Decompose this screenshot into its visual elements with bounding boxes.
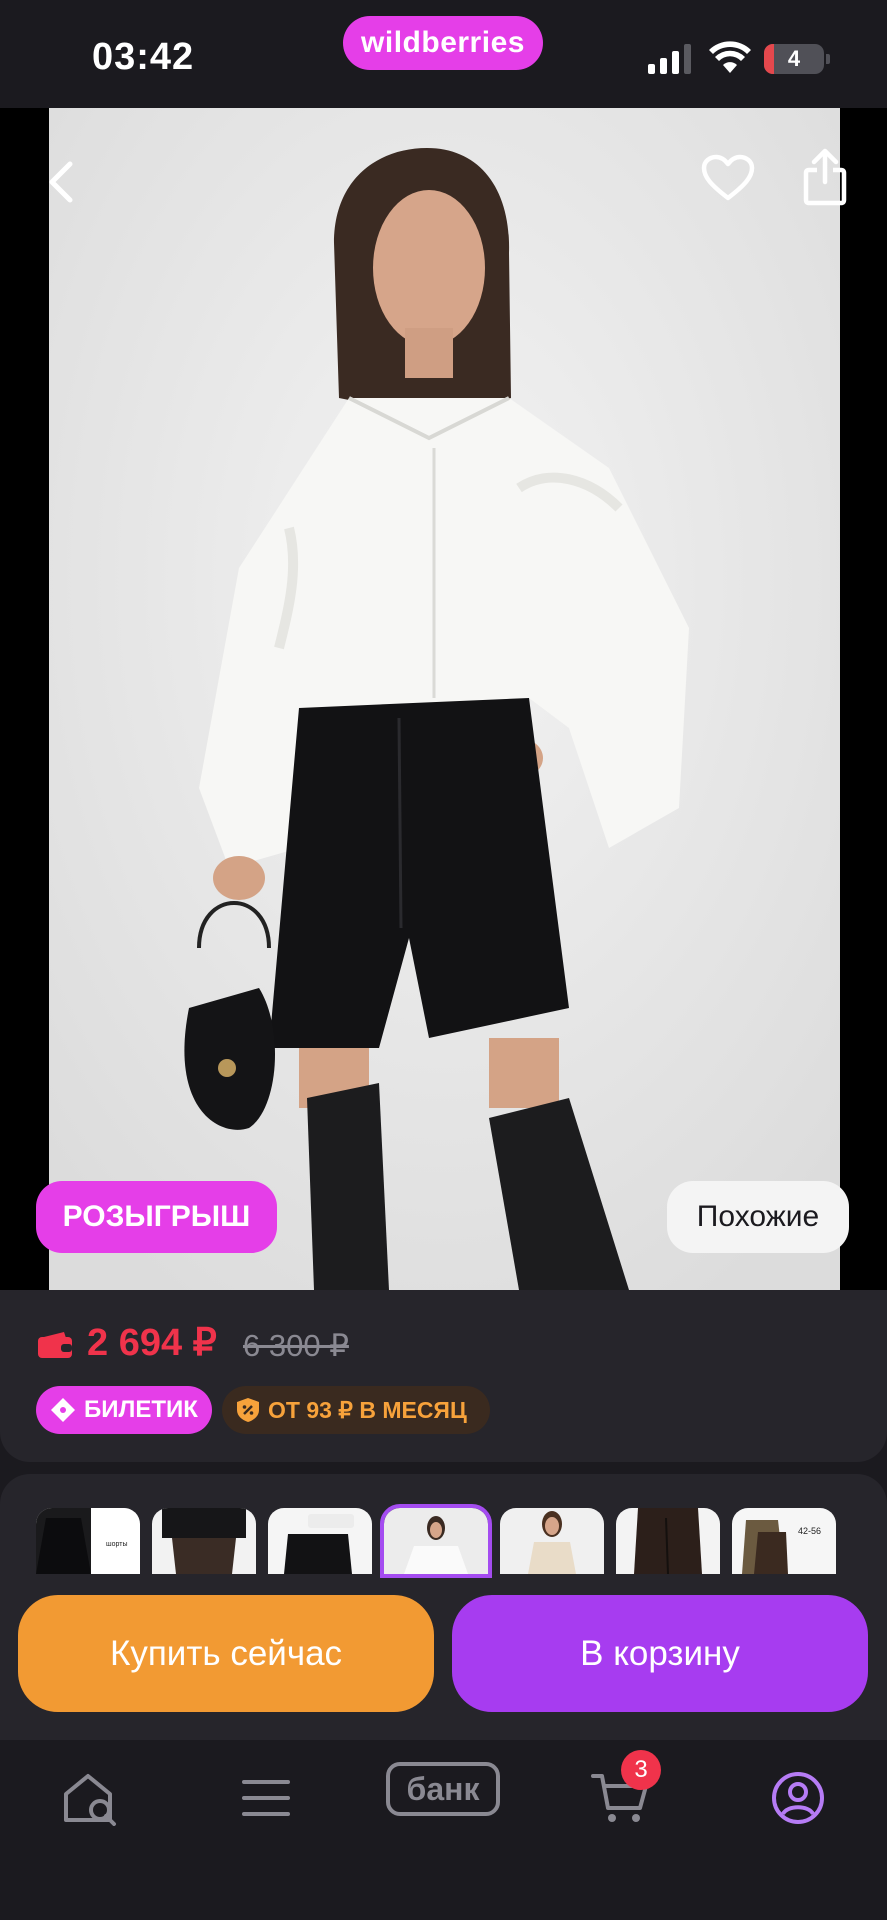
cart-count-badge: 3 <box>621 1750 661 1790</box>
old-price: 6 300 ₽ <box>243 1328 349 1363</box>
installment-badge[interactable]: ОТ 93 ₽ В МЕСЯЦ <box>222 1386 490 1434</box>
ticket-icon <box>51 1398 75 1422</box>
thumbnail[interactable] <box>268 1508 372 1574</box>
battery-indicator: 4 <box>764 44 830 74</box>
share-button[interactable] <box>800 144 850 210</box>
heart-icon <box>701 154 755 201</box>
profile-icon <box>772 1772 824 1824</box>
share-icon <box>803 148 847 206</box>
status-bar: 03:42 wildberries 4 <box>0 0 887 108</box>
price-card: 2 694 ₽ 6 300 ₽ БИЛЕТИК ОТ 93 ₽ В МЕСЯЦ <box>0 1290 887 1462</box>
nav-profile[interactable] <box>758 1758 838 1838</box>
installment-label: ОТ 93 ₽ В МЕСЯЦ <box>268 1396 467 1423</box>
nav-catalog[interactable] <box>226 1758 306 1838</box>
brand-logo: wildberries <box>343 16 543 70</box>
wifi-icon <box>709 41 751 73</box>
favorite-button[interactable] <box>698 148 758 208</box>
thumbnail-strip[interactable]: шорты 42-56 <box>36 1504 851 1578</box>
thumbnail[interactable] <box>616 1508 720 1574</box>
menu-icon <box>242 1780 290 1816</box>
ticket-badge[interactable]: БИЛЕТИК <box>36 1386 212 1434</box>
similar-button[interactable]: Похожие <box>667 1181 849 1253</box>
nav-home-search[interactable] <box>50 1758 130 1838</box>
bank-label: банк <box>406 1770 480 1807</box>
bottom-nav: банк <box>0 1740 887 1920</box>
thumbnail[interactable] <box>500 1508 604 1574</box>
current-price: 2 694 ₽ <box>87 1322 217 1364</box>
buy-now-button[interactable]: Купить сейчас <box>18 1595 434 1712</box>
thumbnail-active[interactable] <box>380 1504 492 1578</box>
installment-icon <box>237 1398 259 1422</box>
svg-text:42-56: 42-56 <box>798 1526 821 1536</box>
status-time: 03:42 <box>92 36 195 78</box>
ticket-label: БИЛЕТИК <box>84 1396 198 1423</box>
product-photo[interactable] <box>49 108 840 1290</box>
svg-text:шорты: шорты <box>106 1541 128 1548</box>
wallet-icon <box>38 1332 72 1358</box>
product-page: 03:42 wildberries 4 РОЗЫГРЫШ Похожие 2 6… <box>0 0 887 1920</box>
product-gallery[interactable]: РОЗЫГРЫШ Похожие <box>0 108 887 1290</box>
thumbnail[interactable]: шорты <box>36 1508 140 1574</box>
chevron-left-icon <box>49 161 73 203</box>
thumbnail[interactable]: 42-56 <box>732 1508 836 1574</box>
home-search-icon <box>64 1774 116 1826</box>
back-button[interactable] <box>36 152 86 212</box>
thumbnail[interactable] <box>152 1508 256 1574</box>
add-to-cart-button[interactable]: В корзину <box>452 1595 868 1712</box>
signal-icon <box>648 44 691 74</box>
nav-bank[interactable]: банк <box>386 1762 500 1816</box>
raffle-badge[interactable]: РОЗЫГРЫШ <box>36 1181 277 1253</box>
